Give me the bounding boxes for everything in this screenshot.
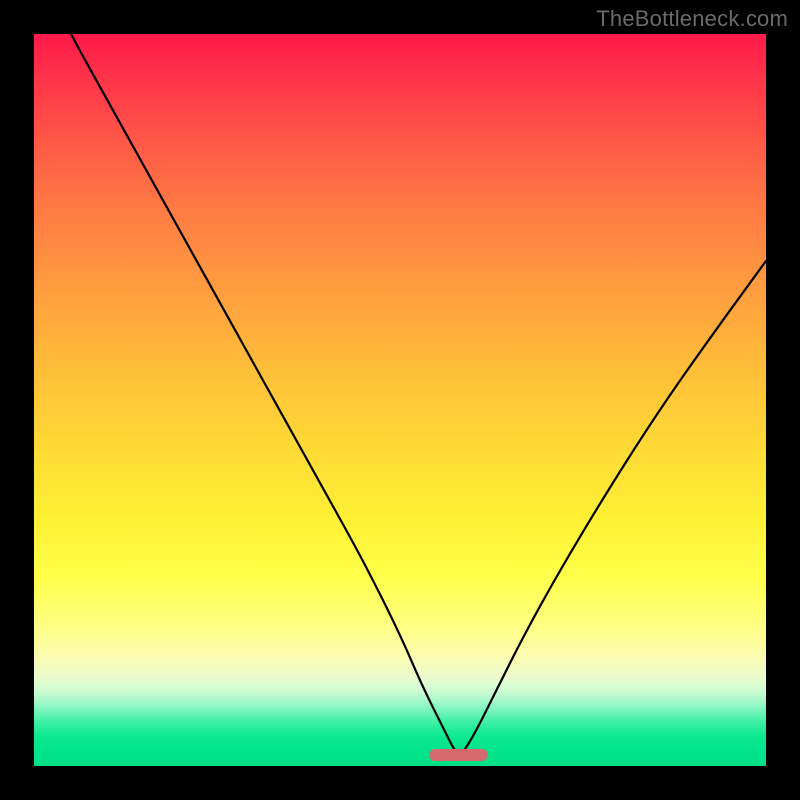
chart-frame: TheBottleneck.com bbox=[0, 0, 800, 800]
bottleneck-curve bbox=[34, 0, 766, 752]
watermark-label: TheBottleneck.com bbox=[596, 6, 788, 32]
chart-svg bbox=[34, 34, 766, 766]
bottleneck-marker bbox=[429, 749, 488, 761]
plot-area bbox=[34, 34, 766, 766]
